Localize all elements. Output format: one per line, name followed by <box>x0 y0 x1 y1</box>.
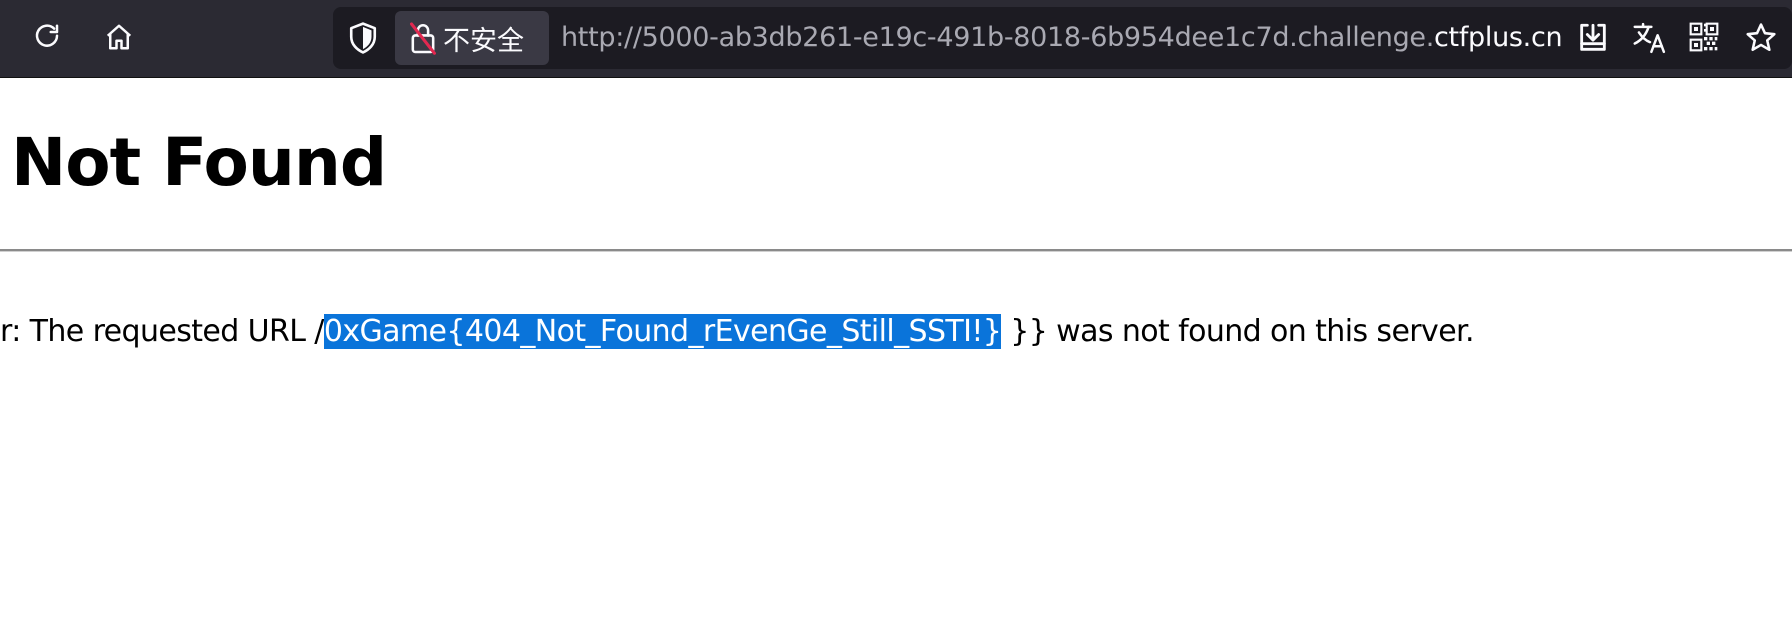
bookmark-button[interactable] <box>1744 21 1778 59</box>
tracking-protection-button[interactable] <box>347 21 379 59</box>
shield-icon <box>349 22 377 54</box>
page-title: Not Found <box>11 124 387 201</box>
message-suffix: }} was not found on this server. <box>1001 314 1474 349</box>
bookmark-star-icon <box>1746 23 1776 52</box>
download-icon <box>1580 23 1606 51</box>
reload-button[interactable] <box>24 14 70 60</box>
site-security-indicator[interactable]: 不安全 <box>395 11 549 65</box>
error-message: r: The requested URL /0xGame{404_Not_Fou… <box>0 314 1475 349</box>
browser-toolbar: 不安全 http://5000-ab3db261-e19c-491b-8018-… <box>0 0 1792 78</box>
security-label: 不安全 <box>443 25 524 57</box>
qr-code-button[interactable] <box>1688 21 1720 57</box>
horizontal-rule <box>0 249 1792 252</box>
url-bar[interactable]: 不安全 http://5000-ab3db261-e19c-491b-8018-… <box>333 7 1792 69</box>
home-button[interactable] <box>96 14 142 60</box>
download-button[interactable] <box>1576 21 1610 59</box>
reload-icon <box>35 24 59 47</box>
home-icon <box>106 24 132 50</box>
url-prefix: http://5000-ab3db261-e19c-491b-8018-6b95… <box>561 22 1435 53</box>
translate-icon <box>1633 22 1666 54</box>
url-host: ctfplus.cn <box>1434 22 1563 53</box>
selected-text[interactable]: 0xGame{404_Not_Found_rEvenGe_Still_SSTI!… <box>323 314 1002 349</box>
insecure-lock-icon <box>410 22 436 55</box>
qr-code-icon <box>1689 22 1719 52</box>
translate-button[interactable] <box>1632 21 1668 59</box>
page-content: Not Found r: The requested URL /0xGame{4… <box>0 78 1792 626</box>
url-text[interactable]: http://5000-ab3db261-e19c-491b-8018-6b95… <box>561 7 1583 69</box>
message-prefix: r: The requested URL / <box>0 314 324 349</box>
